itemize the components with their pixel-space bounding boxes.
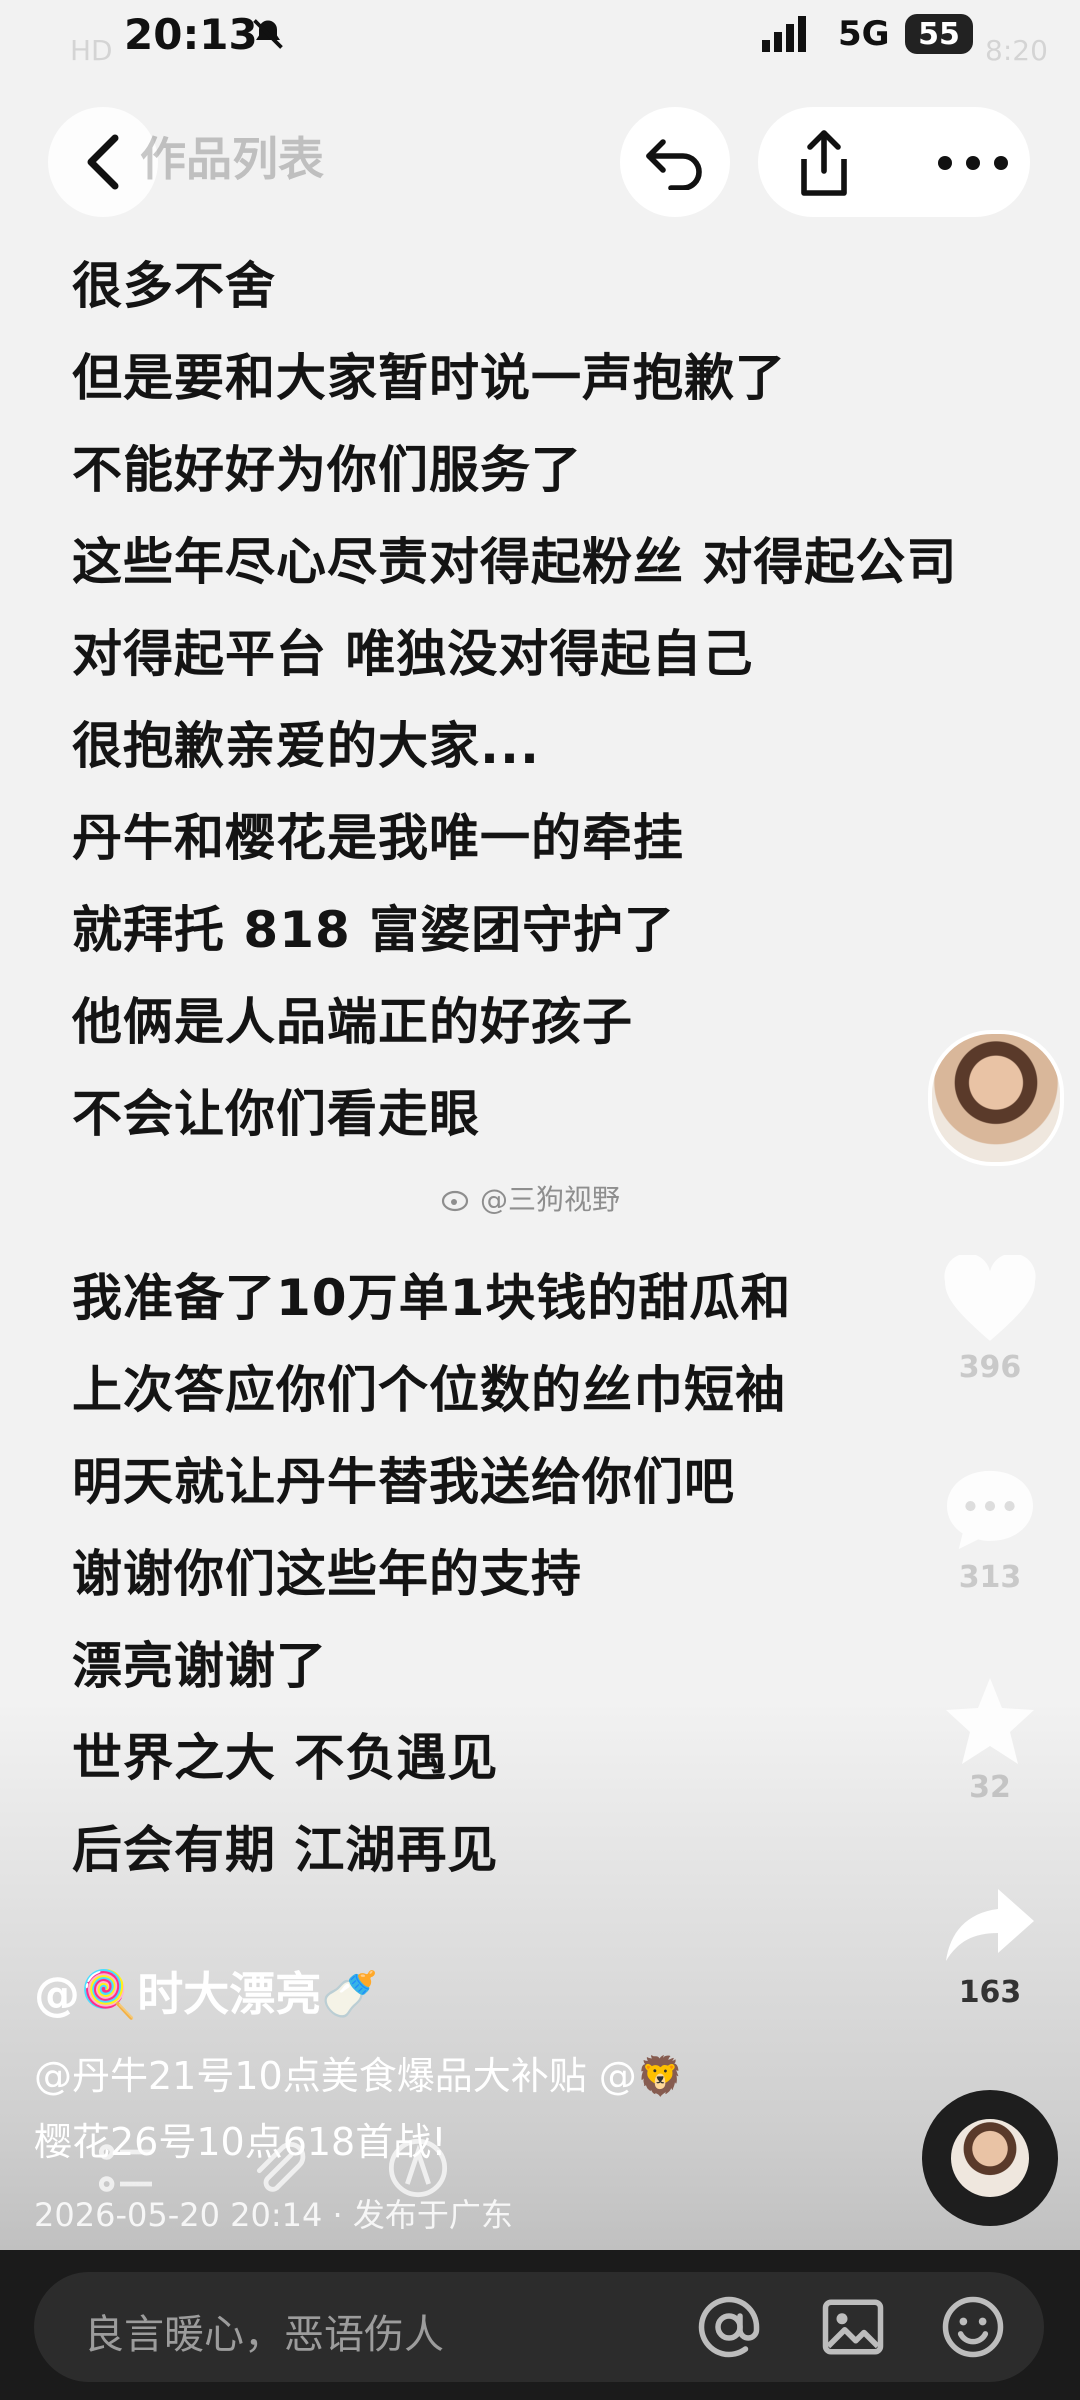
watermark-text: @三狗视野 xyxy=(480,1183,621,1216)
comment-input[interactable]: 良言暖心，恶语伤人 xyxy=(34,2272,1044,2382)
author-name-text: @🍭时大漂亮🍼 xyxy=(34,1967,379,2021)
favorite-button[interactable]: 32 xyxy=(920,1670,1060,1805)
action-pill xyxy=(758,107,1030,217)
heart-icon xyxy=(944,1255,1036,1341)
more-button[interactable] xyxy=(928,135,1018,191)
share-count-button[interactable]: 163 xyxy=(920,1875,1060,2010)
watermark: @三狗视野 xyxy=(440,1178,620,1218)
post-line: 但是要和大家暂时说一声抱歉了 xyxy=(72,349,786,407)
post-line: 很抱歉亲爱的大家... xyxy=(72,717,540,775)
ghost-time: 8:20 xyxy=(985,34,1048,67)
post-line: 世界之大 不负遇见 xyxy=(72,1729,499,1787)
page-title: 作品列表 xyxy=(140,132,324,186)
share-count: 163 xyxy=(958,1975,1022,2010)
post-line: 丹牛和樱花是我唯一的牵挂 xyxy=(72,809,684,867)
post-line: 这些年尽心尽责对得起粉丝 对得起公司 xyxy=(72,533,958,591)
emoji-icon[interactable] xyxy=(940,2294,1006,2360)
weibo-icon xyxy=(441,1190,469,1212)
favorite-count: 32 xyxy=(969,1770,1011,1805)
chevron-left-icon xyxy=(87,134,119,190)
forward-arrow-icon xyxy=(946,1889,1034,1961)
post-line: 对得起平台 唯独没对得起自己 xyxy=(72,625,754,683)
post-line: 很多不舍 xyxy=(72,257,276,315)
author-name[interactable]: @🍭时大漂亮🍼 xyxy=(34,1958,379,2024)
post-text: 很多不舍 但是要和大家暂时说一声抱歉了 不能好好为你们服务了 这些年尽心尽责对得… xyxy=(72,240,972,1896)
post-line: 他俩是人品端正的好孩子 xyxy=(72,993,633,1051)
post-line: 不能好好为你们服务了 xyxy=(72,441,582,499)
status-bar: HD 20:13 5G 55 8:20 xyxy=(0,0,1080,80)
comment-count: 313 xyxy=(958,1560,1022,1595)
network-type: 5G xyxy=(838,14,890,54)
like-count: 396 xyxy=(958,1350,1022,1385)
undo-icon xyxy=(646,139,702,190)
top-nav: 作品列表 xyxy=(0,95,1080,217)
share-upload-icon xyxy=(801,130,847,196)
image-icon[interactable] xyxy=(820,2294,886,2360)
status-time: 20:13 xyxy=(124,10,258,59)
author-avatar[interactable] xyxy=(928,1030,1064,1166)
signal-icon xyxy=(762,16,806,52)
music-disc[interactable] xyxy=(922,2090,1058,2226)
post-meta: 2026-05-20 20:14 · 发布于广东 xyxy=(34,2196,513,2234)
music-cover xyxy=(951,2119,1029,2197)
share-button[interactable] xyxy=(776,115,872,211)
comment-bar: 良言暖心，恶语伤人 xyxy=(0,2250,1080,2400)
post-line: 我准备了10万单1块钱的甜瓜和 xyxy=(72,1269,792,1327)
comment-placeholder: 良言暖心，恶语伤人 xyxy=(84,2312,444,2358)
mute-bell-icon xyxy=(253,19,283,49)
battery-level: 55 xyxy=(905,14,973,54)
mention-icon[interactable] xyxy=(696,2294,762,2360)
post-line: 谢谢你们这些年的支持 xyxy=(72,1545,582,1603)
post-line: 明天就让丹牛替我送给你们吧 xyxy=(72,1453,735,1511)
post-line: 后会有期 江湖再见 xyxy=(72,1821,499,1879)
ghost-hd-label: HD xyxy=(70,34,113,67)
more-dots-icon xyxy=(938,156,1008,170)
star-icon xyxy=(946,1678,1034,1764)
comment-bubble-icon xyxy=(947,1470,1033,1550)
like-button[interactable]: 396 xyxy=(920,1250,1060,1385)
post-line: 上次答应你们个位数的丝巾短袖 xyxy=(72,1361,786,1419)
description-line[interactable]: @丹牛21号10点美食爆品大补贴 @🦁 xyxy=(34,2043,794,2109)
undo-button[interactable] xyxy=(620,107,730,217)
post-line: 漂亮谢谢了 xyxy=(72,1637,327,1695)
comment-button[interactable]: 313 xyxy=(920,1460,1060,1595)
post-line: 不会让你们看走眼 xyxy=(72,1085,480,1143)
post-line: 就拜托 818 富婆团守护了 xyxy=(72,901,676,959)
